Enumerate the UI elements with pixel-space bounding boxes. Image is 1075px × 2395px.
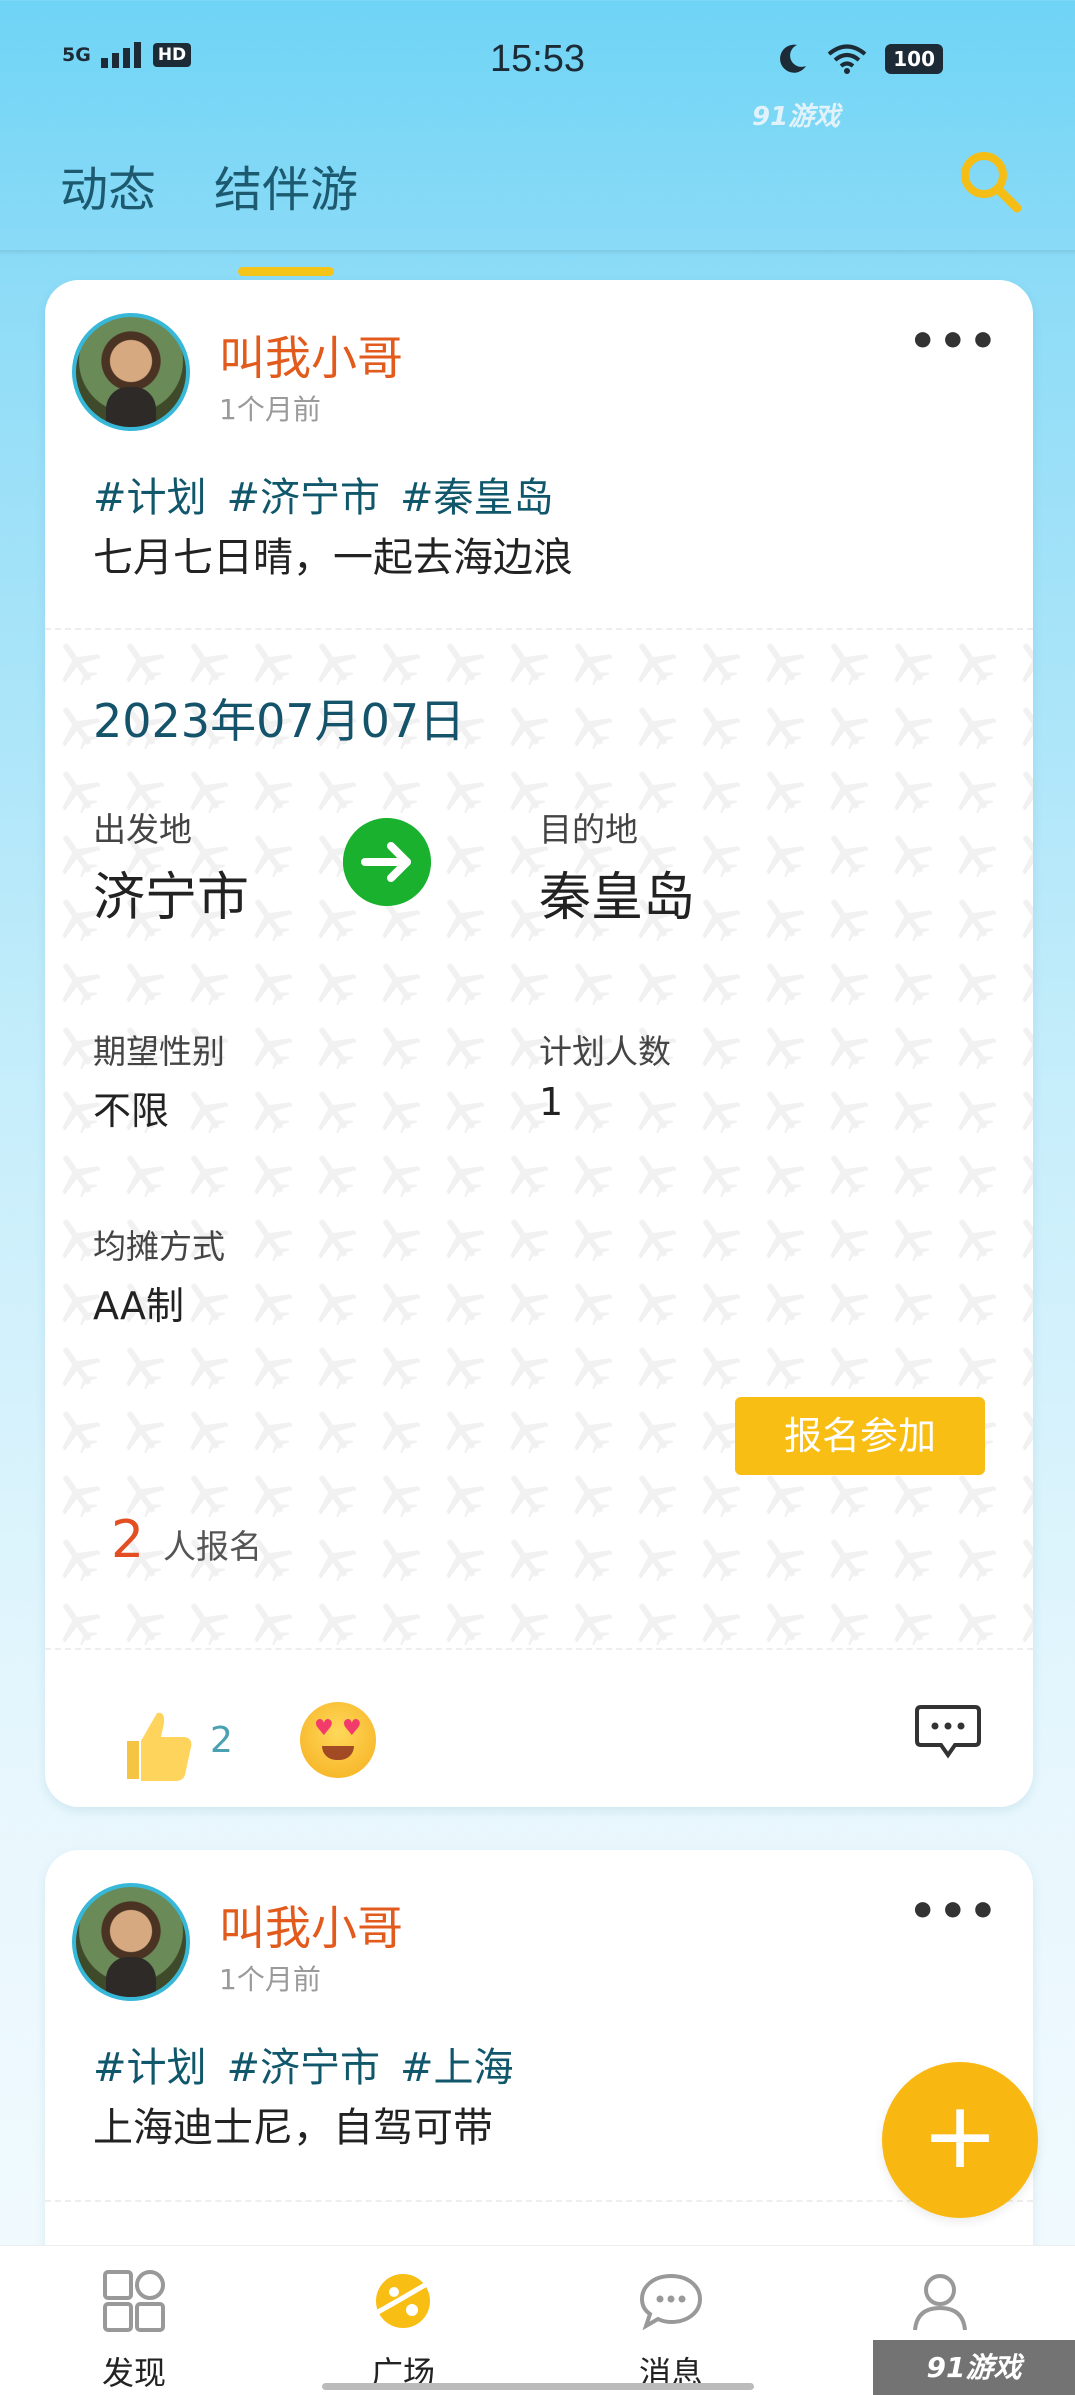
divider — [45, 2200, 1033, 2202]
message-icon — [639, 2273, 703, 2331]
battery-indicator: 100 — [885, 44, 943, 74]
tab-travel-companion[interactable]: 结伴游 — [214, 150, 358, 276]
tag[interactable]: #济宁市 — [227, 465, 381, 523]
watermark-logo: 91游戏 — [873, 2340, 1075, 2395]
origin-city: 济宁市 — [93, 868, 250, 928]
tab-plaza[interactable]: 广场 — [303, 2246, 503, 2395]
post-time: 1个月前 — [219, 1963, 321, 1996]
avatar[interactable] — [72, 313, 190, 431]
search-icon[interactable] — [957, 148, 1023, 214]
tab-label: 发现 — [101, 2354, 166, 2392]
ticket-background — [45, 630, 1033, 1650]
travel-post-card[interactable]: 叫我小哥 1个月前 ••• #计划 #济宁市 #秦皇岛 七月七日晴，一起去海边浪 — [45, 280, 1033, 1807]
signup-label: 人报名 — [163, 1527, 262, 1566]
post-time: 1个月前 — [219, 393, 321, 426]
status-bar: 5G HD 15:53 100 — [0, 0, 1075, 120]
like-count: 2 — [210, 1720, 233, 1761]
arrow-right-icon — [343, 818, 431, 906]
people-value: 1 — [539, 1080, 564, 1124]
join-button[interactable]: 报名参加 — [735, 1397, 985, 1475]
profile-icon — [913, 2274, 967, 2331]
destination-city: 秦皇岛 — [539, 868, 696, 928]
comment-icon[interactable] — [915, 1703, 981, 1759]
post-text: 上海迪士尼，自驾可带 — [93, 2105, 493, 2151]
username[interactable]: 叫我小哥 — [219, 1892, 403, 1958]
gender-value: 不限 — [93, 1089, 170, 1133]
status-right: 100 — [775, 42, 943, 76]
split-label: 均摊方式 — [93, 1227, 225, 1266]
header-divider — [0, 250, 1075, 256]
people-label: 计划人数 — [539, 1032, 671, 1071]
create-post-button[interactable]: + — [882, 2062, 1038, 2218]
post-text: 七月七日晴，一起去海边浪 — [93, 535, 573, 581]
moon-icon — [780, 44, 807, 73]
origin-label: 出发地 — [93, 810, 192, 849]
plane-pattern-icon — [45, 630, 1033, 1650]
thumbs-up-icon[interactable] — [117, 1705, 197, 1785]
tab-moments[interactable]: 动态 — [60, 150, 156, 220]
username[interactable]: 叫我小哥 — [219, 322, 403, 388]
tag[interactable]: #上海 — [400, 2035, 514, 2093]
tag[interactable]: #济宁市 — [227, 2035, 381, 2093]
avatar[interactable] — [72, 1883, 190, 2001]
split-value: AA制 — [93, 1284, 185, 1328]
more-options-icon[interactable]: ••• — [909, 1890, 999, 1934]
more-options-icon[interactable]: ••• — [909, 320, 999, 364]
gender-label: 期望性别 — [93, 1032, 225, 1071]
signup-count: 2 — [111, 1510, 145, 1570]
watermark-logo: 91游戏 — [752, 102, 841, 132]
destination-label: 目的地 — [539, 810, 638, 849]
tag-list: #计划 #济宁市 #上海 — [93, 2035, 514, 2093]
tab-messages[interactable]: 消息 — [571, 2246, 771, 2395]
tag-list: #计划 #济宁市 #秦皇岛 — [93, 465, 554, 523]
travel-date: 2023年07月07日 — [93, 694, 466, 748]
home-indicator — [322, 2383, 754, 2390]
tag[interactable]: #秦皇岛 — [400, 465, 554, 523]
discover-icon — [103, 2270, 165, 2332]
wifi-icon — [827, 44, 867, 74]
heart-eyes-emoji-icon[interactable]: ♥ ♥ — [300, 1702, 376, 1778]
tag[interactable]: #计划 — [93, 2035, 207, 2093]
header-tabs: 动态 结伴游 — [60, 150, 358, 276]
plaza-icon — [376, 2274, 432, 2328]
tag[interactable]: #计划 — [93, 465, 207, 523]
tab-discover[interactable]: 发现 — [34, 2246, 234, 2395]
